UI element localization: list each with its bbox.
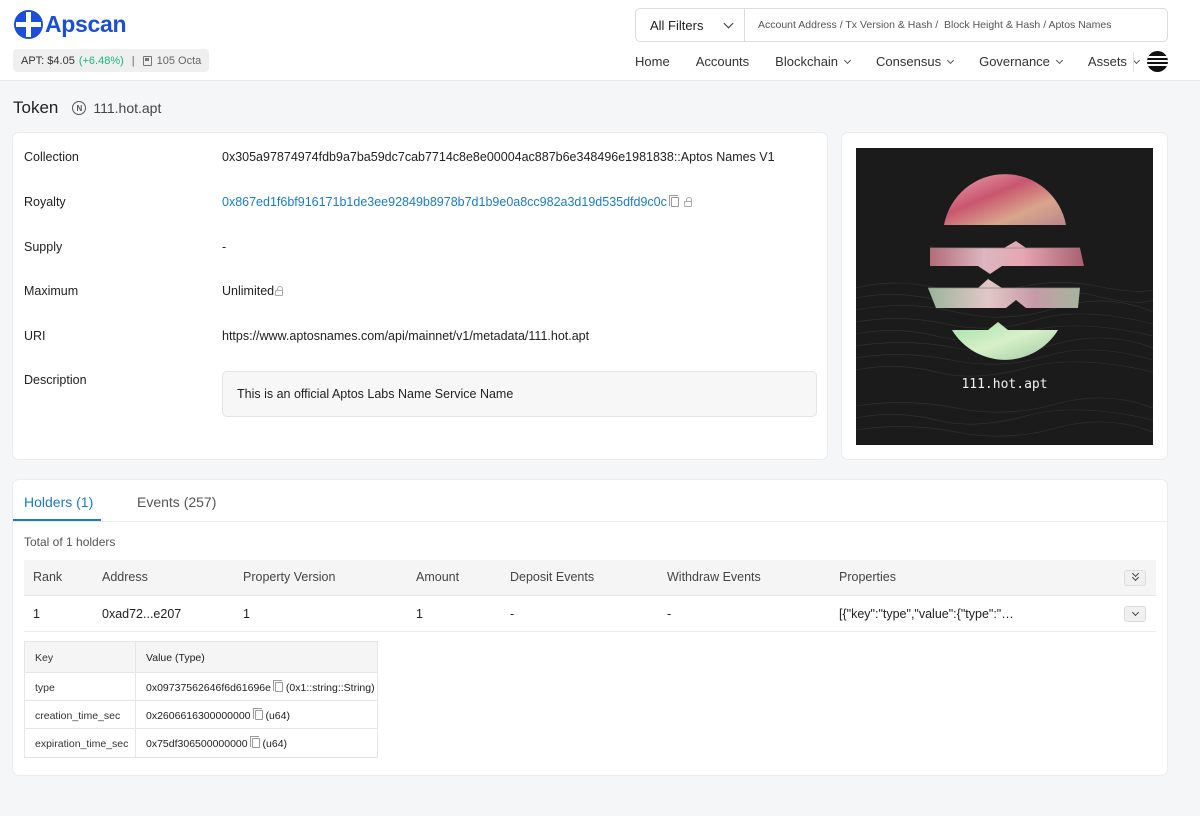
nav-divider (1133, 52, 1134, 72)
copy-icon[interactable] (272, 680, 283, 692)
chevron-down-icon (723, 18, 734, 28)
property-value: 0x75df306500000000 (u64) (146, 736, 288, 750)
royalty-value: 0x867ed1f6bf916171b1de3ee92849b8978b7d1b… (222, 195, 692, 209)
chevron-down-icon (947, 56, 955, 65)
apscan-logo-icon (14, 10, 43, 39)
tab-events[interactable]: Events (257) (137, 494, 216, 510)
col-address: Address (102, 570, 148, 584)
col-property-version: Property Version (243, 570, 336, 584)
holders-total: Total of 1 holders (24, 535, 116, 549)
col-amount: Amount (416, 570, 460, 584)
royalty-link[interactable]: 0x867ed1f6bf916171b1de3ee92849b8978b7d1b… (222, 195, 667, 209)
token-info-card: Collection 0x305a97874974fdb9a7ba59dc7ca… (13, 133, 827, 459)
maximum-label: Maximum (24, 284, 79, 298)
cell-rank: 1 (33, 607, 40, 621)
holder-address-link[interactable]: 0xad72...e207 (102, 607, 181, 621)
nav-assets[interactable]: Assets (1088, 54, 1140, 69)
active-tab-indicator (13, 519, 101, 521)
tab-holders[interactable]: Holders (1) (24, 494, 93, 510)
filter-dropdown[interactable]: All Filters (636, 9, 745, 41)
collection-label: Collection (24, 150, 79, 164)
gas-pump-icon (142, 55, 152, 66)
apt-price-change: (+6.48%) (78, 54, 124, 67)
property-row: creation_time_sec 0x2606616300000000 (u6… (25, 701, 377, 729)
chevron-down-icon (844, 56, 852, 65)
copy-icon[interactable] (249, 736, 260, 748)
main-nav: Home Accounts Blockchain Consensus Gover… (635, 54, 1165, 69)
nft-artwork (856, 174, 1153, 437)
key-header: Key (35, 652, 54, 664)
value-header: Value (Type) (146, 652, 205, 664)
top-header: Apscan APT: $4.05 (+6.48%) | 105 Octa Al… (0, 0, 1200, 81)
token-image-card: 111.hot.apt (842, 133, 1167, 459)
description-box: This is an official Aptos Labs Name Serv… (222, 371, 817, 417)
expand-all-button[interactable] (1124, 569, 1146, 586)
chevron-down-icon (1055, 56, 1063, 65)
nav-home[interactable]: Home (635, 54, 670, 69)
expand-row-button[interactable] (1124, 606, 1146, 622)
property-key: type (35, 682, 55, 694)
divider: | (131, 54, 135, 67)
description-label: Description (24, 373, 87, 387)
nft-label: 111.hot.apt (961, 377, 1048, 392)
gas-price: 105 Octa (156, 54, 202, 67)
nav-consensus[interactable]: Consensus (876, 54, 955, 69)
copy-icon[interactable] (668, 195, 679, 207)
tab-bar: Holders (1) Events (257) (13, 480, 1167, 522)
nft-image: 111.hot.apt (856, 148, 1153, 445)
uri-label: URI (24, 329, 46, 343)
aptos-network-icon[interactable] (1147, 51, 1168, 72)
col-withdraw-events: Withdraw Events (667, 570, 761, 584)
uri-link[interactable]: https://www.aptosnames.com/api/mainnet/v… (222, 329, 589, 343)
property-key: creation_time_sec (35, 710, 121, 722)
properties-header: Key Value (Type) (25, 642, 377, 673)
cell-amount: 1 (416, 607, 423, 621)
filter-label: All Filters (650, 17, 704, 33)
page-title-text: Token (13, 98, 59, 117)
aptos-names-icon: N (72, 101, 87, 115)
holders-table-header: Rank Address Property Version Amount Dep… (24, 560, 1156, 596)
search-input[interactable] (745, 9, 1167, 41)
lock-icon (275, 286, 284, 296)
table-row: 1 0xad72...e207 1 1 - - [{"key":"type","… (24, 596, 1156, 632)
token-name: 111.hot.apt (93, 100, 162, 116)
property-key: expiration_time_sec (35, 738, 129, 750)
maximum-value: Unlimited (222, 284, 284, 298)
nav-accounts[interactable]: Accounts (696, 54, 749, 69)
lock-icon (683, 197, 692, 207)
property-value: 0x09737562646f6d61696e (0x1::string::Str… (146, 680, 375, 694)
holders-events-card: Holders (1) Events (257) Total of 1 hold… (13, 480, 1167, 775)
search-bar: All Filters (635, 8, 1168, 42)
cell-property-version: 1 (243, 607, 250, 621)
col-rank: Rank (33, 570, 63, 584)
col-deposit-events: Deposit Events (510, 570, 595, 584)
cell-deposit-events: - (510, 607, 515, 621)
apt-price: APT: $4.05 (21, 54, 75, 67)
nav-governance[interactable]: Governance (979, 54, 1063, 69)
property-row: expiration_time_sec 0x75df306500000000 (… (25, 729, 377, 757)
apscan-logo[interactable]: Apscan (14, 10, 127, 39)
col-properties: Properties (839, 570, 896, 584)
supply-label: Supply (24, 240, 63, 254)
cell-properties: [{"key":"type","value":{"type":"… (839, 607, 1014, 621)
logo-text: Apscan (45, 11, 127, 37)
royalty-label: Royalty (24, 195, 66, 209)
maximum-text: Unlimited (222, 284, 275, 298)
cell-withdraw-events: - (667, 607, 672, 621)
price-badge: APT: $4.05 (+6.48%) | 105 Octa (13, 49, 210, 72)
property-value: 0x2606616300000000 (u64) (146, 708, 290, 722)
collection-link[interactable]: 0x305a97874974fdb9a7ba59dc7cab7714c8e8e0… (222, 150, 775, 164)
supply-value: - (222, 240, 227, 254)
properties-table: Key Value (Type) type 0x09737562646f6d61… (24, 641, 378, 758)
page-title: Token N 111.hot.apt (13, 98, 161, 118)
copy-icon[interactable] (252, 708, 263, 720)
property-row: type 0x09737562646f6d61696e (0x1::string… (25, 673, 377, 701)
nav-blockchain[interactable]: Blockchain (775, 54, 852, 69)
description-text: This is an official Aptos Labs Name Serv… (237, 387, 514, 401)
